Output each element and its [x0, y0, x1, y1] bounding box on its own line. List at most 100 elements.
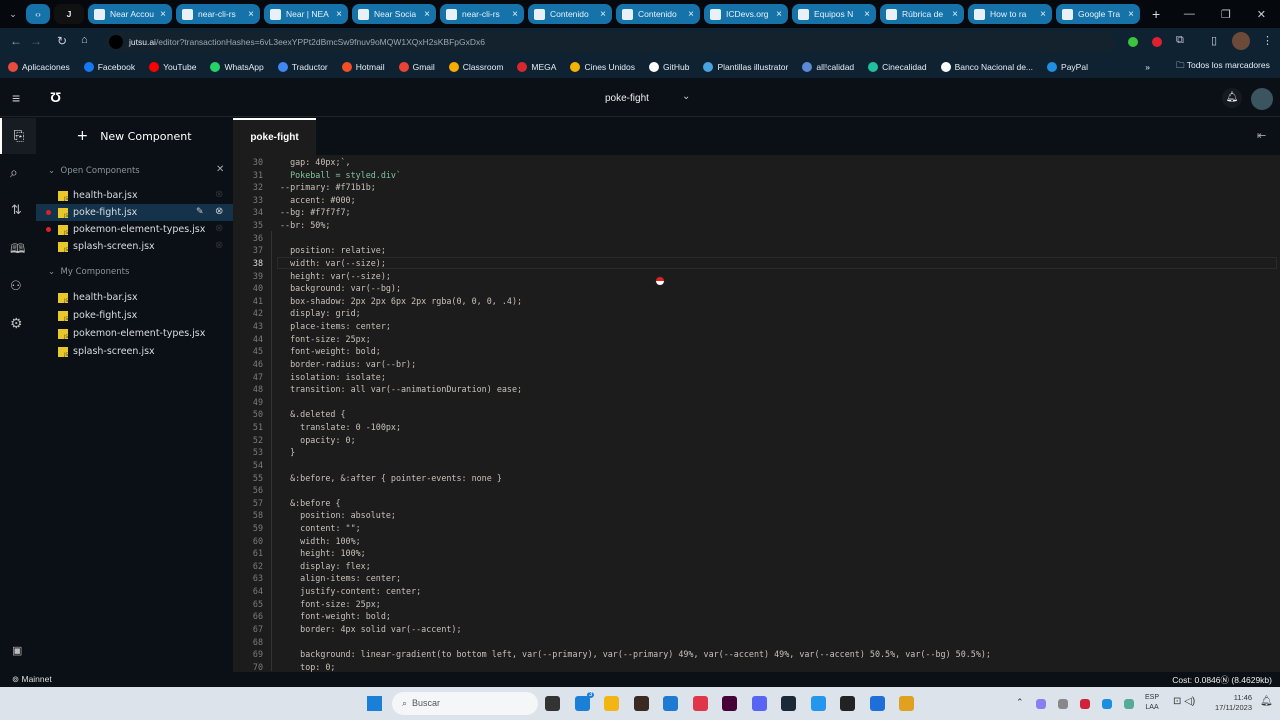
- settings-gear-icon[interactable]: ⚙: [10, 315, 23, 332]
- tab-close-icon[interactable]: ×: [248, 9, 254, 20]
- new-component-button[interactable]: + New Component: [44, 124, 224, 148]
- open-components-header[interactable]: ⌄ Open Components: [48, 166, 140, 176]
- url-bar[interactable]: jutsu.ai/editor?transactionHashes=6vL3ee…: [105, 32, 1115, 52]
- bookmark-item[interactable]: Gmail: [398, 62, 435, 72]
- bookmark-item[interactable]: Cines Unidos: [570, 62, 635, 72]
- tab-close-icon[interactable]: ×: [160, 9, 166, 20]
- browser-tab[interactable]: Contenido ×: [616, 4, 700, 24]
- tab-close-icon[interactable]: ×: [1040, 9, 1046, 20]
- notification-bell-icon[interactable]: 🔔︎: [1222, 88, 1242, 108]
- tab-close-icon[interactable]: ×: [952, 9, 958, 20]
- home-icon[interactable]: ⌂: [81, 34, 88, 46]
- close-window-button[interactable]: ✕: [1257, 8, 1266, 21]
- bookmark-item[interactable]: Facebook: [83, 62, 135, 72]
- components-icon[interactable]: ⎘: [0, 118, 36, 154]
- tray-icon[interactable]: [1102, 699, 1112, 709]
- open-component-item[interactable]: pokemon-element-types.jsx ⊗: [36, 221, 233, 238]
- bookmark-item[interactable]: GitHub: [649, 62, 689, 72]
- collapse-panel-icon[interactable]: ⇤: [1257, 129, 1266, 142]
- bookmark-item[interactable]: PayPal: [1047, 62, 1088, 72]
- hamburger-menu-icon[interactable]: ≡: [12, 90, 20, 106]
- docs-book-icon[interactable]: 🕮: [10, 240, 25, 262]
- media-player-icon[interactable]: [633, 696, 649, 711]
- tab-group[interactable]: ‹›: [26, 4, 50, 24]
- restore-button[interactable]: ❐: [1221, 8, 1231, 21]
- bookmark-item[interactable]: Plantillas illustrator: [703, 62, 788, 72]
- back-icon[interactable]: ←: [10, 34, 22, 48]
- source-control-icon[interactable]: ⇅: [11, 202, 22, 218]
- extension-icon[interactable]: [1128, 37, 1138, 47]
- tab-close-icon[interactable]: ×: [776, 9, 782, 20]
- tray-icon[interactable]: [1036, 699, 1046, 709]
- browser-tab[interactable]: How to ra ×: [968, 4, 1052, 24]
- side-panel-icon[interactable]: ▯: [1211, 34, 1217, 47]
- tab-close-icon[interactable]: ×: [688, 9, 694, 20]
- tray-icon[interactable]: [1080, 699, 1090, 709]
- new-tab-button[interactable]: +: [1152, 6, 1160, 22]
- user-avatar[interactable]: [1251, 88, 1273, 110]
- jutsu-logo[interactable]: Ʊ: [50, 89, 61, 105]
- docker-icon[interactable]: [810, 696, 826, 711]
- profile-avatar[interactable]: [1232, 32, 1250, 50]
- my-component-item[interactable]: health-bar.jsx: [36, 289, 233, 306]
- open-component-item[interactable]: poke-fight.jsx ✎ ⊗: [36, 204, 233, 221]
- bookmark-item[interactable]: Classroom: [448, 62, 503, 72]
- browser-tab[interactable]: Equipos N ×: [792, 4, 876, 24]
- vscode-icon[interactable]: [663, 696, 678, 711]
- network-indicator[interactable]: ⊚ Mainnet: [12, 674, 52, 685]
- rename-pencil-icon[interactable]: ✎: [196, 207, 204, 217]
- browser-tab[interactable]: Google Tra ×: [1056, 4, 1140, 24]
- browser-tab[interactable]: near-cli-rs ×: [440, 4, 524, 24]
- bookmark-item[interactable]: MEGA: [517, 62, 556, 72]
- taskbar-search[interactable]: ⌕ Buscar: [392, 692, 538, 715]
- feedback-icon[interactable]: ▣: [12, 644, 22, 657]
- close-file-icon[interactable]: ⊗: [215, 189, 223, 200]
- browser-tab[interactable]: Near Socia ×: [352, 4, 436, 24]
- language-indicator[interactable]: ESP LAA: [1145, 693, 1159, 713]
- app-icon[interactable]: [869, 696, 885, 711]
- widgets-icon[interactable]: [574, 696, 590, 711]
- extension-icon[interactable]: [1152, 37, 1162, 47]
- discord-icon[interactable]: [751, 696, 767, 711]
- project-selector[interactable]: poke-fight: [605, 93, 649, 104]
- menu-kebab-icon[interactable]: ⋮: [1262, 34, 1273, 47]
- search-icon[interactable]: ⌕: [10, 164, 18, 181]
- network-volume-icon[interactable]: ⊡ ◁): [1173, 696, 1195, 707]
- my-component-item[interactable]: poke-fight.jsx: [36, 307, 233, 324]
- close-file-icon[interactable]: ⊗: [215, 223, 223, 234]
- users-icon[interactable]: ⚇: [10, 278, 22, 294]
- my-component-item[interactable]: pokemon-element-types.jsx: [36, 325, 233, 342]
- bookmark-item[interactable]: YouTube: [149, 62, 196, 72]
- all-bookmarks[interactable]: 🗀 Todos los marcadores: [1176, 60, 1270, 74]
- site-info-icon[interactable]: [109, 35, 123, 49]
- steam-icon[interactable]: [781, 696, 796, 711]
- bookmark-item[interactable]: WhatsApp: [210, 62, 264, 72]
- windows-start-icon[interactable]: [367, 696, 382, 711]
- reload-icon[interactable]: ↻: [57, 34, 67, 48]
- file-explorer-icon[interactable]: [604, 696, 619, 711]
- task-view-icon[interactable]: [545, 696, 560, 711]
- browser-tab[interactable]: near-cli-rs ×: [176, 4, 260, 24]
- tray-icon[interactable]: [1058, 699, 1068, 709]
- tab-close-icon[interactable]: ×: [336, 9, 342, 20]
- browser-tab[interactable]: Rúbrica de ×: [880, 4, 964, 24]
- epic-games-icon[interactable]: [840, 696, 855, 711]
- browser-tab[interactable]: Near Accou ×: [88, 4, 172, 24]
- notifications-icon[interactable]: 🔔︎: [1260, 696, 1273, 707]
- opera-icon[interactable]: [692, 696, 708, 711]
- my-component-item[interactable]: splash-screen.jsx: [36, 343, 233, 360]
- browser-tab[interactable]: Near | NEA ×: [264, 4, 348, 24]
- close-file-icon[interactable]: ⊗: [215, 206, 223, 217]
- clock[interactable]: 11:46 17/11/2023: [1210, 693, 1252, 713]
- tab-close-icon[interactable]: ×: [512, 9, 518, 20]
- tab-search-icon[interactable]: ⌄: [4, 9, 22, 20]
- more-bookmarks-icon[interactable]: »: [1145, 62, 1150, 72]
- browser-tab[interactable]: Contenido ×: [528, 4, 612, 24]
- bookmark-item[interactable]: Traductor: [277, 62, 328, 72]
- editor-tab-poke-fight[interactable]: poke-fight: [233, 118, 316, 155]
- my-components-header[interactable]: ⌄ My Components: [48, 267, 129, 277]
- bookmark-item[interactable]: Cinecalidad: [868, 62, 927, 72]
- close-file-icon[interactable]: ⊗: [215, 240, 223, 251]
- open-component-item[interactable]: health-bar.jsx ⊗: [36, 187, 233, 204]
- tray-icon[interactable]: [1124, 699, 1134, 709]
